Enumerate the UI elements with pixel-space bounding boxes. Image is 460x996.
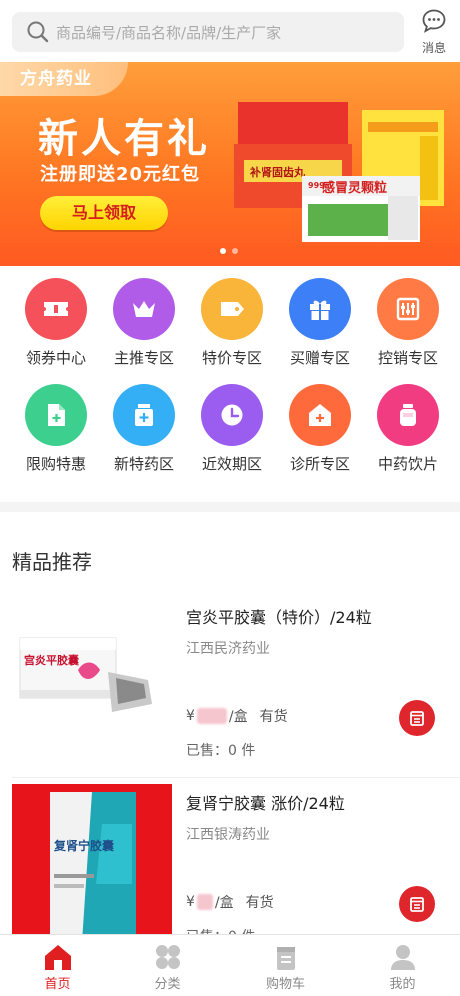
- product-manufacturer: 江西民济药业: [186, 641, 270, 657]
- pagination-dot: [232, 248, 238, 254]
- bottom-tab-bar: 首页 分类 购物车 我的: [0, 934, 460, 996]
- category-grid: 领券中心 主推专区 特价专区 买赠专区 控销专区 限购特惠 新特药区 近效期区 …: [0, 266, 460, 502]
- stock-status: 有货: [245, 895, 274, 911]
- tab-cart[interactable]: 购物车: [228, 935, 343, 996]
- brand-tag: 方舟药业: [0, 62, 128, 96]
- message-button[interactable]: 消息: [414, 8, 454, 58]
- sliders-icon: [377, 278, 439, 340]
- gift-icon: [289, 278, 351, 340]
- product-manufacturer: 江西银涛药业: [186, 827, 270, 843]
- price-tag-icon: [201, 278, 263, 340]
- product-image[interactable]: 复肾宁胶囊: [12, 784, 172, 934]
- category-label: 特价专区: [201, 349, 262, 367]
- product-name[interactable]: 复肾宁胶囊 涨价/24粒: [186, 790, 345, 814]
- medicine-boxes-illustration: 补肾固齿丸 999 感冒灵颗粒: [234, 102, 444, 242]
- category-item-near-expiry[interactable]: 近效期区: [186, 372, 278, 476]
- category-item-herbal[interactable]: 中药饮片: [362, 372, 454, 476]
- price-hidden: [196, 708, 227, 724]
- category-item-special-price[interactable]: 特价专区: [186, 266, 278, 370]
- sold-count: 已售：0 件: [186, 926, 255, 934]
- category-item-clinic[interactable]: 诊所专区: [274, 372, 366, 476]
- section-title: 精品推荐: [12, 550, 92, 574]
- product-name[interactable]: 宫炎平胶囊（特价）/24粒: [186, 604, 372, 628]
- category-item-featured[interactable]: 主推专区: [98, 266, 190, 370]
- category-label: 近效期区: [201, 455, 262, 473]
- product-image[interactable]: 宫炎平胶囊: [12, 598, 172, 758]
- box-label-front: 感冒灵颗粒: [322, 180, 387, 196]
- sold-count: 已售：0 件: [186, 743, 256, 759]
- medicine-box-icon: [113, 384, 175, 446]
- price-hidden: [196, 894, 213, 910]
- banner-pagination: [220, 248, 238, 254]
- clinic-house-icon: [289, 384, 351, 446]
- category-label: 领券中心: [25, 349, 86, 367]
- category-item-buy-gift[interactable]: 买赠专区: [274, 266, 366, 370]
- message-label: 消息: [421, 41, 446, 55]
- stock-status: 有货: [259, 709, 288, 725]
- category-label: 新特药区: [113, 455, 174, 473]
- banner-subtitle: 注册即送20元红包: [40, 164, 201, 185]
- clock-icon: [201, 384, 263, 446]
- category-label: 买赠专区: [289, 349, 350, 367]
- category-label: 中药饮片: [377, 455, 438, 473]
- tab-label: 我的: [389, 977, 416, 992]
- category-label: 限购特惠: [25, 455, 86, 473]
- product-box-label: 宫炎平胶囊: [24, 653, 80, 667]
- category-item-controlled-sales[interactable]: 控销专区: [362, 266, 454, 370]
- price-unit: /盒: [228, 709, 248, 725]
- currency-symbol: ¥: [186, 894, 195, 910]
- herb-jar-icon: [377, 384, 439, 446]
- cart-icon: [410, 711, 424, 726]
- user-icon: [345, 935, 460, 971]
- claim-button[interactable]: 马上领取: [40, 196, 168, 230]
- product-price: ¥ /盒 有货: [186, 706, 288, 726]
- category-item-new-drugs[interactable]: 新特药区: [98, 372, 190, 476]
- category-label: 主推专区: [113, 349, 174, 367]
- chat-bubble-icon: [421, 9, 447, 38]
- tab-category[interactable]: 分类: [110, 935, 225, 996]
- banner-title: 新人有礼: [38, 116, 210, 162]
- home-icon: [0, 935, 115, 971]
- search-icon: [20, 12, 56, 52]
- tab-label: 分类: [154, 977, 181, 992]
- product-card[interactable]: 宫炎平胶囊 宫炎平胶囊（特价）/24粒 江西民济药业 ¥ /盒 有货 已售：0 …: [0, 592, 460, 778]
- product-price: ¥ /盒 有货: [186, 892, 274, 912]
- add-to-cart-button[interactable]: [399, 886, 435, 922]
- document-plus-icon: [25, 384, 87, 446]
- price-unit: /盒: [214, 895, 234, 911]
- coupon-icon: [25, 278, 87, 340]
- product-box-label: 复肾宁胶囊: [53, 838, 115, 853]
- box-label-back: 补肾固齿丸: [249, 165, 306, 179]
- category-item-coupon[interactable]: 领券中心: [10, 266, 102, 370]
- tab-label: 购物车: [265, 977, 305, 992]
- tab-profile[interactable]: 我的: [345, 935, 460, 996]
- crown-icon: [113, 278, 175, 340]
- category-label: 控销专区: [377, 349, 438, 367]
- currency-symbol: ¥: [186, 708, 195, 724]
- pagination-dot-active: [220, 248, 226, 254]
- category-label: 诊所专区: [289, 455, 350, 473]
- recommend-section: 精品推荐 宫炎平胶囊 宫炎平胶囊（特价）/24粒 江西民济药业 ¥ /盒 有货 …: [0, 512, 460, 934]
- cart-icon: [410, 897, 424, 912]
- promo-banner[interactable]: 方舟药业 新人有礼 注册即送20元红包 马上领取 补肾固齿丸 999 感冒灵颗粒: [0, 62, 460, 266]
- top-header: 商品编号/商品名称/品牌/生产厂家 消息: [0, 0, 460, 62]
- search-bar[interactable]: 商品编号/商品名称/品牌/生产厂家: [12, 12, 404, 52]
- cart-icon: [228, 935, 343, 971]
- product-card[interactable]: 复肾宁胶囊 复肾宁胶囊 涨价/24粒 江西银涛药业 ¥ /盒 有货 已售：0 件: [0, 778, 460, 934]
- category-item-limited-offer[interactable]: 限购特惠: [10, 372, 102, 476]
- tab-label: 首页: [44, 977, 71, 992]
- search-placeholder: 商品编号/商品名称/品牌/生产厂家: [56, 23, 282, 42]
- add-to-cart-button[interactable]: [399, 700, 435, 736]
- category-icon: [110, 935, 225, 971]
- tab-home[interactable]: 首页: [0, 935, 115, 996]
